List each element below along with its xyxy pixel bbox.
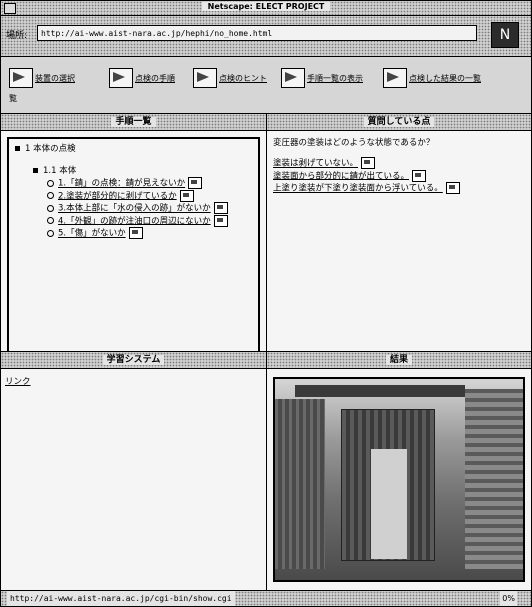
arrow-icon — [281, 68, 305, 88]
learning-header: 学習システム — [1, 352, 266, 369]
link-icon[interactable] — [128, 227, 143, 239]
circle-bullet-icon — [47, 204, 54, 212]
link-icon[interactable] — [213, 202, 228, 214]
nav-toolbar: 装置の選択 点検の手順 点検のヒント 手順一覧の表示 点検した結果の一覧 覧 — [1, 57, 531, 114]
check-item[interactable]: 3.本体上部に「水の侵入の跡」がないか — [47, 202, 252, 215]
url-field[interactable]: http://ai-www.aist-nara.ac.jp/hephi/no_h… — [37, 25, 477, 41]
nav-label: 手順一覧の表示 — [307, 73, 363, 83]
result-header: 結果 — [267, 352, 531, 369]
progress-percent: 0% — [500, 591, 517, 606]
circle-bullet-icon — [47, 229, 54, 237]
nav-label: 点検の手順 — [135, 73, 175, 83]
horizontal-divider — [1, 351, 531, 352]
check-item[interactable]: 1.「錆」の点検：錆が見えないか — [47, 177, 252, 190]
bullet-icon — [33, 168, 38, 173]
question-text: 変圧器の塗装はどのような状態であるか？ — [273, 138, 435, 148]
nav-item-select-device[interactable]: 装置の選択 — [9, 67, 75, 89]
steps-header: 手順一覧 — [1, 114, 266, 131]
result-panel: 結果 — [267, 352, 531, 590]
steps-body: 1 本体の点検 1.1 本体 1.「錆」の点検：錆が見えないか 2.塗装が部分的… — [1, 131, 266, 357]
check-item[interactable]: 5.「傷」がないか — [47, 227, 252, 240]
check-item[interactable]: 2.塗装が部分的に剥げているか — [47, 189, 252, 203]
steps-box: 1 本体の点検 1.1 本体 1.「錆」の点検：錆が見えないか 2.塗装が部分的… — [7, 137, 260, 357]
circle-bullet-icon — [47, 179, 54, 187]
steps-panel: 手順一覧 1 本体の点検 1.1 本体 1.「錆」の点検：錆が見えないか 2.塗… — [1, 114, 266, 357]
location-label: 場所: — [6, 31, 28, 41]
arrow-icon — [109, 68, 133, 88]
netscape-logo: N — [491, 22, 519, 48]
circle-bullet-icon — [47, 192, 54, 199]
browser-window: Netscape: ELECT PROJECT 場所: http://ai-ww… — [0, 0, 532, 607]
answer-option[interactable]: 塗装面から部分的に錆が出ている。 — [273, 169, 525, 183]
answer-option[interactable]: 上塗り塗装が下塗り塗装面から浮いている。 — [273, 182, 525, 195]
nav-item-inspection-procedure[interactable]: 点検の手順 — [109, 67, 175, 89]
transformer-photo — [273, 377, 525, 582]
check-item[interactable]: 4.「外観」の跡が注油口の周辺にないか — [47, 214, 252, 228]
link-icon[interactable] — [188, 177, 203, 189]
learning-panel: 学習システム リンク — [1, 352, 266, 590]
link-icon[interactable] — [213, 214, 228, 227]
nav-wrap-text: 覧 — [9, 94, 17, 103]
nav-item-step-list[interactable]: 手順一覧の表示 — [281, 67, 363, 89]
bullet-icon — [15, 146, 20, 151]
question-header: 質問している点 — [267, 114, 531, 131]
sub-heading: 1.1 本体 — [33, 165, 252, 177]
learning-body: リンク — [1, 369, 266, 590]
link-icon[interactable] — [412, 169, 427, 182]
nav-label: 点検のヒント — [219, 73, 267, 83]
window-title: Netscape: ELECT PROJECT — [1, 2, 531, 11]
question-panel: 質問している点 変圧器の塗装はどのような状態であるか？ 塗装は剥げていない。 塗… — [267, 114, 531, 351]
location-bar: 場所: http://ai-www.aist-nara.ac.jp/hephi/… — [1, 16, 531, 57]
nav-item-result-list[interactable]: 点検した結果の一覧 — [383, 67, 481, 89]
arrow-icon — [193, 68, 217, 88]
status-bar: http://ai-www.aist-nara.ac.jp/cgi-bin/sh… — [1, 590, 531, 606]
question-body: 変圧器の塗装はどのような状態であるか？ 塗装は剥げていない。 塗装面から部分的に… — [267, 131, 531, 351]
link-icon[interactable] — [179, 189, 194, 202]
arrow-icon — [383, 68, 407, 88]
vertical-divider — [266, 114, 267, 590]
arrow-icon — [9, 68, 33, 88]
nav-label: 点検した結果の一覧 — [409, 73, 481, 83]
status-text: http://ai-www.aist-nara.ac.jp/cgi-bin/sh… — [7, 591, 235, 606]
title-bar: Netscape: ELECT PROJECT — [1, 1, 531, 16]
answer-option[interactable]: 塗装は剥げていない。 — [273, 157, 525, 170]
link-icon[interactable] — [361, 157, 376, 169]
circle-bullet-icon — [47, 217, 54, 224]
nav-item-hint[interactable]: 点検のヒント — [193, 67, 267, 89]
top-item: 1 本体の点検 — [15, 143, 252, 155]
link-icon[interactable] — [445, 182, 460, 194]
result-body — [267, 369, 531, 590]
learning-link[interactable]: リンク — [1, 369, 266, 393]
nav-label: 装置の選択 — [35, 73, 75, 83]
